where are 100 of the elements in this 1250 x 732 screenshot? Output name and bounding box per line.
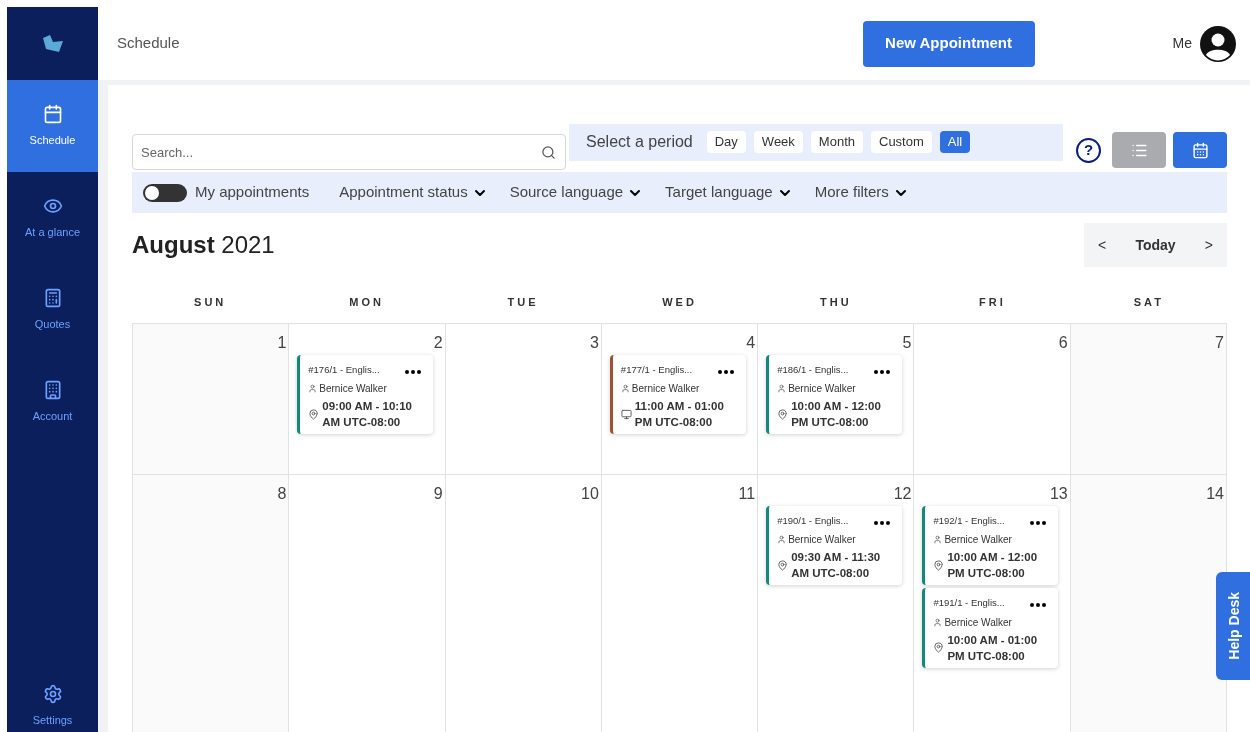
person-icon: [933, 535, 943, 545]
day-cell[interactable]: 8: [133, 475, 290, 732]
help-icon[interactable]: ?: [1076, 137, 1101, 163]
day-number: 1: [277, 334, 287, 352]
settings-icon: [42, 683, 63, 704]
search-field[interactable]: Search...: [132, 134, 566, 170]
previous-button[interactable]: <: [1098, 234, 1107, 256]
next-button[interactable]: >: [1204, 234, 1213, 256]
new-appointment-button[interactable]: New Appointment: [862, 20, 1035, 67]
day-cell[interactable]: 1: [133, 324, 290, 475]
person-icon: [933, 617, 943, 627]
more-icon[interactable]: [717, 370, 734, 374]
person-icon: [777, 535, 787, 545]
day-number: 6: [1058, 334, 1068, 352]
sidebar-item[interactable]: Settings: [7, 660, 98, 732]
weekday-label: WED: [661, 294, 698, 310]
today-button[interactable]: Today: [1135, 234, 1176, 256]
appointment-title: #192/1 - Englis...: [933, 514, 1005, 528]
weekday-label: MON: [348, 294, 385, 310]
period-label: Select a period: [586, 132, 693, 152]
calendar-view-button[interactable]: [1173, 132, 1227, 168]
day-number: 5: [902, 334, 912, 352]
day-number: 10: [581, 485, 599, 503]
day-cell[interactable]: 3: [445, 324, 602, 475]
more-icon[interactable]: [874, 370, 891, 374]
day-number: 9: [433, 485, 443, 503]
day-number: 7: [1215, 334, 1224, 352]
day-number: 8: [277, 485, 287, 503]
appointment-time: 09:30 AM - 11:30 AM UTC-08:00: [791, 550, 882, 582]
appointment-card[interactable]: #177/1 - Englis... Bernice Walker 11:00 AM - 01:00 PM UTC-08:00: [609, 355, 746, 435]
appointment-title: #190/1 - Englis...: [777, 514, 849, 528]
more-icon[interactable]: [1030, 603, 1047, 608]
month-title: August 2021: [132, 230, 275, 260]
person-icon: [308, 384, 318, 394]
toggle-switch[interactable]: [143, 183, 187, 202]
appointment-card[interactable]: #192/1 - Englis... Bernice Walker 10:00 AM - 12:00 PM UTC-08:00: [922, 506, 1059, 586]
location-icon: [777, 408, 789, 420]
location-icon: [777, 559, 789, 571]
avatar-icon[interactable]: [1200, 25, 1236, 62]
filter-dropdown[interactable]: Target language: [665, 181, 793, 204]
toggle-label: My appointments: [195, 182, 310, 203]
day-cell[interactable]: 14: [1070, 475, 1227, 732]
person-icon: [620, 384, 630, 394]
weekday-label: SUN: [193, 294, 228, 310]
appointment-time: 10:00 AM - 01:00 PM UTC-08:00: [947, 632, 1039, 664]
day-cell[interactable]: 6: [914, 324, 1071, 475]
location-icon: [308, 408, 320, 420]
appointment-time: 10:00 AM - 12:00 PM UTC-08:00: [791, 399, 882, 431]
filter-dropdown[interactable]: Appointment status: [339, 181, 488, 204]
page-title: Schedule: [117, 33, 180, 54]
day-cell[interactable]: 2 #176/1 - Englis... Bernice Walker 09:00 AM - 10:10 AM UTC-08:00: [289, 324, 446, 475]
period-option[interactable]: All: [939, 131, 971, 153]
appointment-person: Bernice Walker: [788, 533, 856, 548]
day-number: 2: [433, 334, 443, 352]
more-icon[interactable]: [1030, 521, 1047, 525]
sidebar-item[interactable]: Account: [7, 356, 98, 448]
period-option[interactable]: Month: [810, 131, 863, 153]
appointment-time: 09:00 AM - 10:10 AM UTC-08:00: [322, 399, 413, 431]
appointment-person: Bernice Walker: [631, 382, 700, 397]
weekday-label: TUE: [506, 294, 540, 310]
sidebar-item[interactable]: At a glance: [7, 172, 98, 264]
calendar-icon: [1191, 141, 1209, 159]
appointment-time: 10:00 AM - 12:00 PM UTC-08:00: [947, 550, 1039, 582]
search-icon[interactable]: [541, 145, 556, 160]
period-option[interactable]: Week: [753, 131, 803, 153]
day-number: 4: [746, 334, 756, 352]
weekday-label: THU: [819, 294, 853, 310]
day-number: 14: [1206, 485, 1224, 503]
weekday-label: SAT: [1132, 294, 1165, 310]
appointment-title: #177/1 - Englis...: [620, 363, 693, 377]
more-icon[interactable]: [405, 370, 422, 374]
period-option[interactable]: Custom: [871, 131, 932, 153]
appointment-card[interactable]: #190/1 - Englis... Bernice Walker 09:30 AM - 11:30 AM UTC-08:00: [766, 506, 903, 586]
sidebar-item[interactable]: Quotes: [7, 264, 98, 356]
period-option[interactable]: Day: [706, 131, 746, 153]
weekday-label: FRI: [978, 294, 1007, 310]
appointment-person: Bernice Walker: [944, 533, 1012, 548]
day-cell[interactable]: 4 #177/1 - Englis... Bernice Walker 11:00 AM - 01:00 PM UTC-08:00: [601, 324, 759, 475]
appointment-title: #176/1 - Englis...: [308, 363, 380, 377]
day-cell[interactable]: 7: [1070, 324, 1227, 475]
more-icon[interactable]: [874, 521, 891, 525]
person-icon: [777, 384, 787, 394]
appointment-card[interactable]: #176/1 - Englis... Bernice Walker 09:00 AM - 10:10 AM UTC-08:00: [297, 355, 434, 435]
appointment-title: #191/1 - Englis...: [933, 596, 1005, 611]
day-cell[interactable]: 5 #186/1 - Englis... Bernice Walker 10:00 AM - 12:00 PM UTC-08:00: [758, 324, 915, 475]
filter-dropdown[interactable]: More filters: [814, 181, 909, 204]
help-desk-tab[interactable]: Help Desk: [1216, 572, 1250, 680]
location-icon: [933, 642, 945, 653]
user-name: Me: [1172, 34, 1192, 53]
appointment-title: #186/1 - Englis...: [777, 363, 849, 377]
logo-icon: [40, 33, 65, 54]
appointment-person: Bernice Walker: [788, 382, 856, 397]
day-number: 11: [738, 485, 756, 503]
calendar-icon: [42, 103, 63, 124]
appointment-time: 11:00 AM - 01:00 PM UTC-08:00: [634, 399, 725, 431]
appointment-card[interactable]: #191/1 - Englis... Bernice Walker 10:00 AM - 01:00 PM UTC-08:00: [922, 588, 1059, 668]
sidebar-item[interactable]: Schedule: [7, 80, 98, 172]
appointment-card[interactable]: #186/1 - Englis... Bernice Walker 10:00 AM - 12:00 PM UTC-08:00: [766, 355, 903, 435]
filter-dropdown[interactable]: Source language: [509, 181, 644, 204]
location-icon: [933, 559, 945, 571]
